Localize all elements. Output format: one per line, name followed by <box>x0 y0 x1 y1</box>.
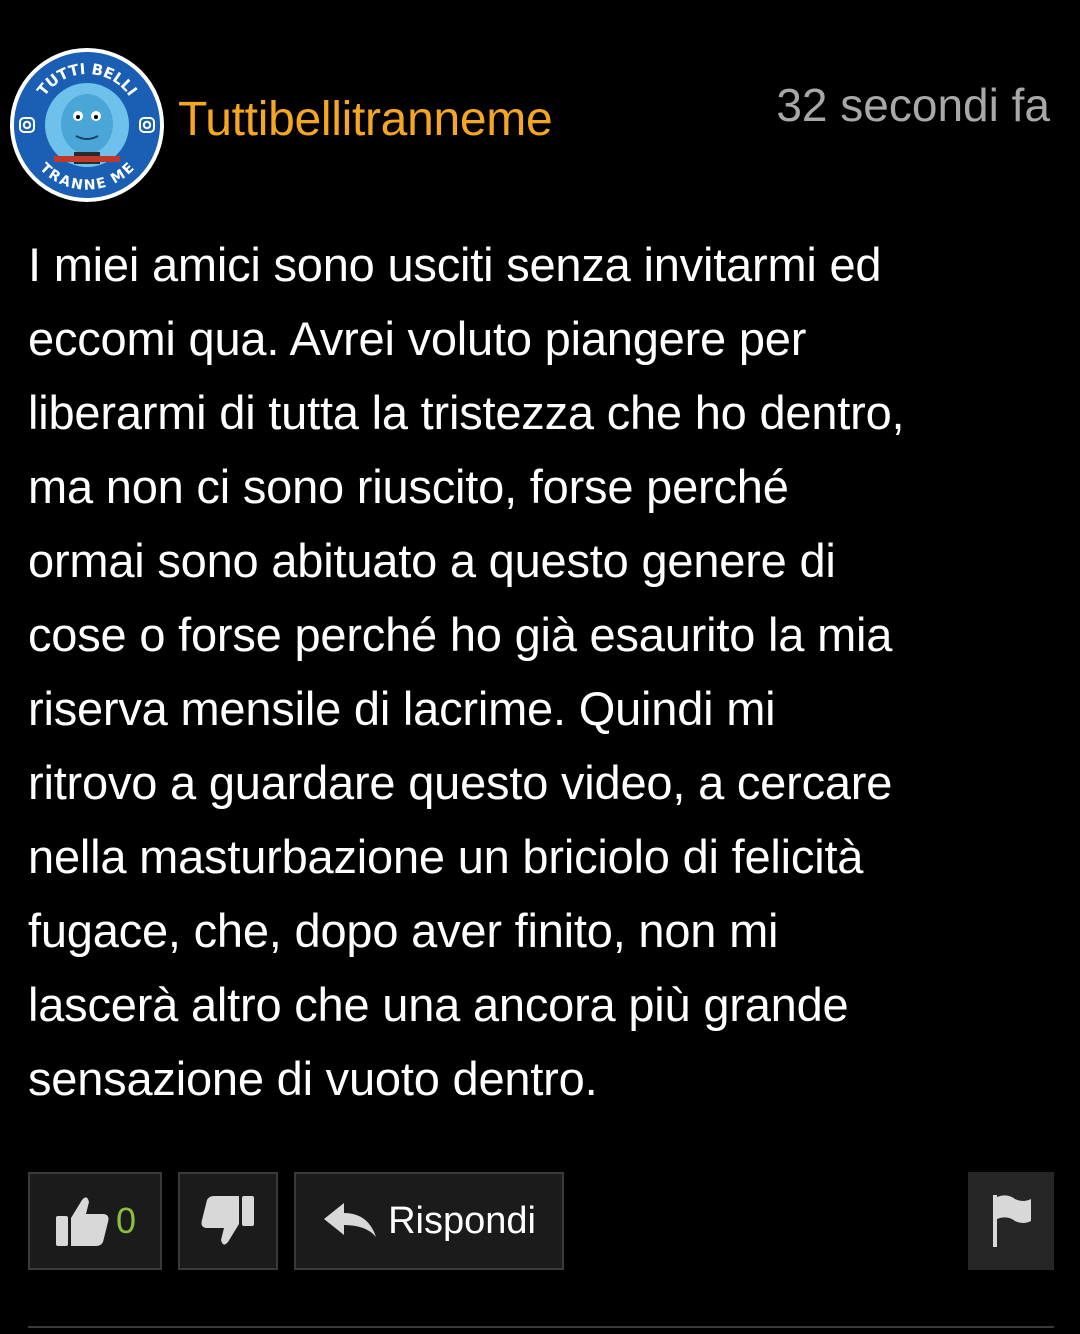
like-button[interactable]: 0 <box>28 1172 162 1270</box>
reply-arrow-icon <box>322 1201 378 1241</box>
report-button[interactable] <box>968 1172 1054 1270</box>
flag-icon <box>989 1193 1033 1249</box>
thumbs-up-icon <box>54 1194 110 1248</box>
comment: TUTTI BELLI TRANNE ME Tuttibellitranneme… <box>0 0 1080 1334</box>
thumbs-down-icon <box>200 1194 256 1248</box>
reply-button[interactable]: Rispondi <box>294 1172 564 1270</box>
avatar-logo-icon: TUTTI BELLI TRANNE ME <box>14 52 160 198</box>
timestamp: 32 secondi fa <box>776 79 1050 131</box>
username[interactable]: Tuttibellitranneme <box>178 92 553 147</box>
avatar[interactable]: TUTTI BELLI TRANNE ME <box>10 48 164 202</box>
comment-text: I miei amici sono usciti senza invitarmi… <box>28 238 905 1105</box>
like-count: 0 <box>115 1200 137 1241</box>
dislike-button[interactable] <box>178 1172 278 1270</box>
reply-label: Rispondi <box>388 1199 536 1242</box>
divider <box>28 1326 1054 1328</box>
